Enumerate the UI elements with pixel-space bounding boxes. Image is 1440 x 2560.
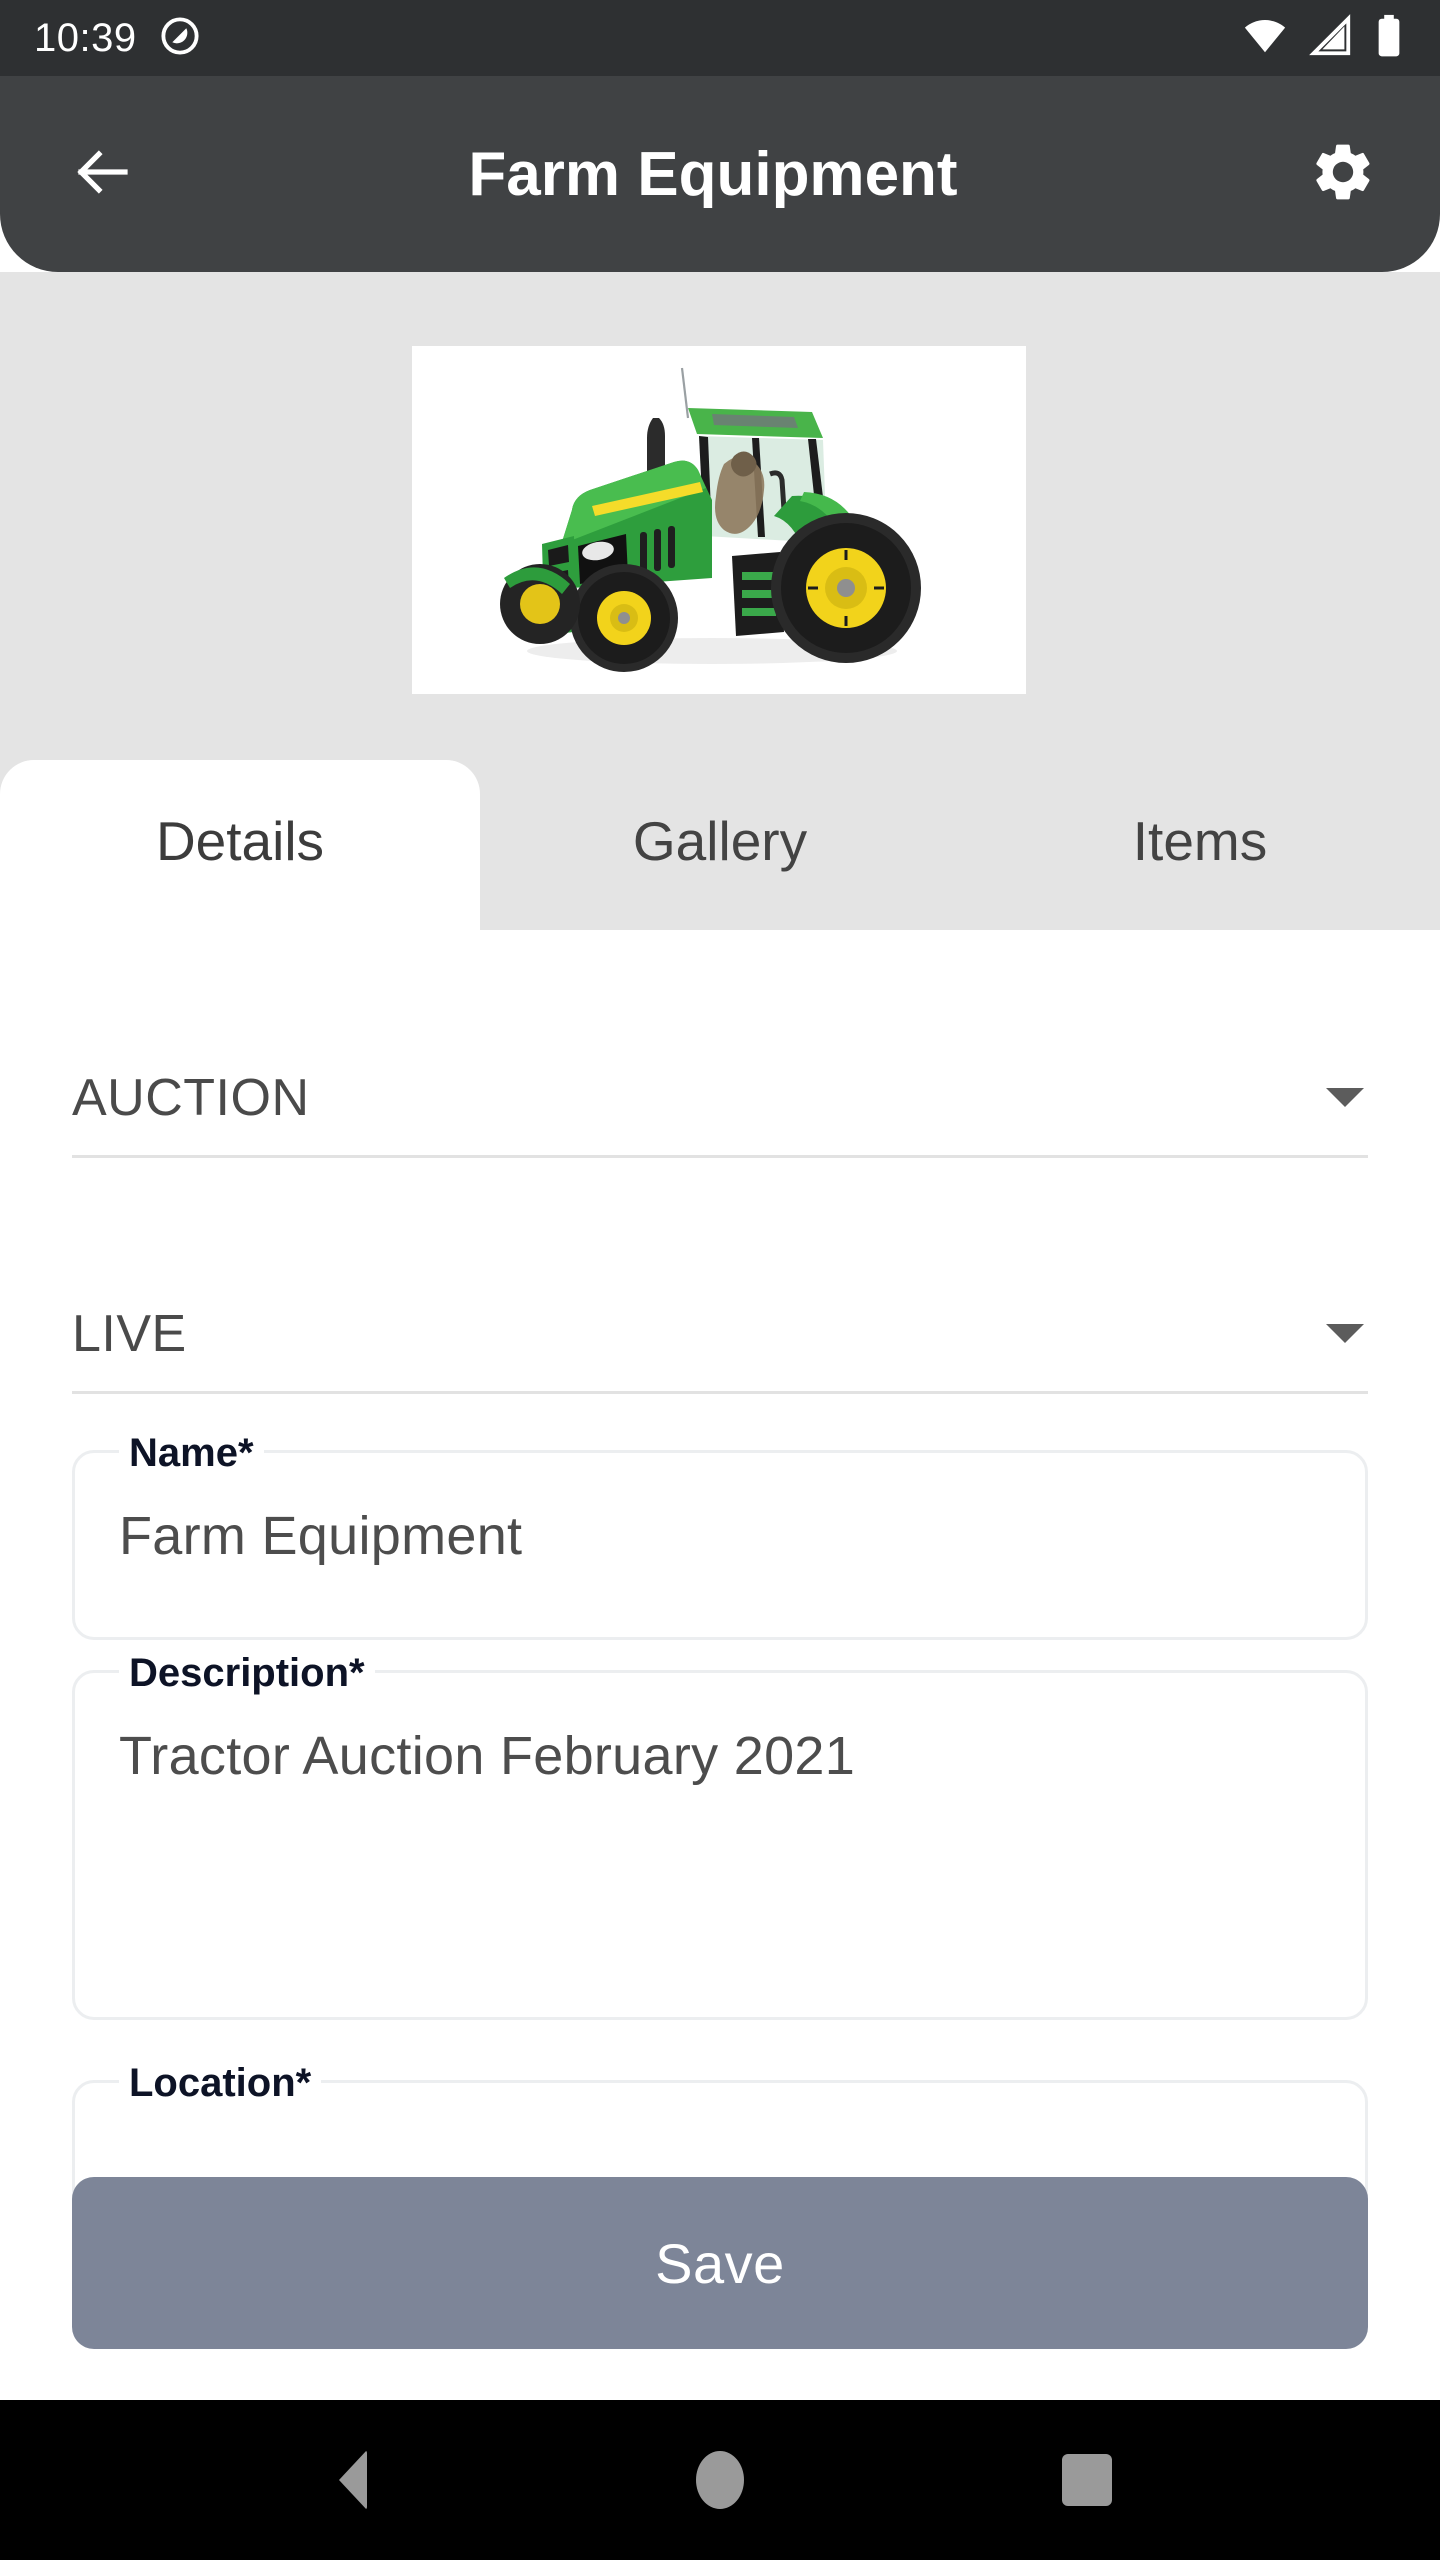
status-clock: 10:39 bbox=[34, 16, 137, 60]
description-field-label: Description* bbox=[119, 1647, 375, 1699]
location-field-label: Location* bbox=[119, 2057, 322, 2109]
do-not-disturb-icon bbox=[159, 15, 201, 62]
tab-gallery[interactable]: Gallery bbox=[480, 760, 960, 930]
tab-bar: Details Gallery Items bbox=[0, 760, 1440, 930]
hero-section bbox=[0, 272, 1440, 760]
nav-back-icon bbox=[339, 2450, 368, 2510]
nav-back-button[interactable] bbox=[293, 2420, 413, 2540]
save-button[interactable]: Save bbox=[72, 2177, 1368, 2349]
auction-mode-value: LIVE bbox=[72, 1304, 187, 1363]
app-bar: Farm Equipment bbox=[0, 76, 1440, 272]
chevron-down-icon bbox=[1326, 1324, 1364, 1343]
green-tractor-illustration bbox=[412, 346, 1026, 694]
equipment-image[interactable] bbox=[412, 346, 1026, 694]
tab-gallery-label: Gallery bbox=[632, 810, 808, 872]
tab-items[interactable]: Items bbox=[960, 760, 1440, 930]
status-bar-left: 10:39 bbox=[34, 15, 201, 62]
wifi-icon bbox=[1242, 13, 1288, 64]
nav-home-button[interactable] bbox=[660, 2420, 780, 2540]
page-title: Farm Equipment bbox=[468, 139, 958, 209]
tab-items-label: Items bbox=[1132, 810, 1268, 872]
description-field[interactable]: Description* Tractor Auction February 20… bbox=[72, 1647, 1368, 2020]
tab-details-label: Details bbox=[155, 810, 325, 872]
tab-details[interactable]: Details bbox=[0, 760, 480, 930]
cellular-no-sim-icon bbox=[1308, 13, 1354, 64]
name-field-value: Farm Equipment bbox=[119, 1506, 523, 1566]
name-field[interactable]: Name* Farm Equipment bbox=[72, 1427, 1368, 1640]
app-screen: 10:39 Farm Equipment Details Gallery Ite… bbox=[0, 0, 1440, 2560]
chevron-down-icon bbox=[1326, 1088, 1364, 1107]
auction-mode-select[interactable]: LIVE bbox=[72, 1276, 1368, 1394]
nav-recents-button[interactable] bbox=[1027, 2420, 1147, 2540]
auction-type-select[interactable]: AUCTION bbox=[72, 1040, 1368, 1158]
arrow-left-icon bbox=[70, 139, 136, 210]
auction-type-value: AUCTION bbox=[72, 1068, 310, 1127]
nav-recents-icon bbox=[1061, 2454, 1112, 2506]
name-field-label: Name* bbox=[119, 1427, 264, 1479]
save-button-label: Save bbox=[655, 2231, 785, 2295]
settings-button[interactable] bbox=[1298, 129, 1388, 219]
system-navigation-bar bbox=[0, 2400, 1440, 2560]
status-bar-right bbox=[1242, 13, 1404, 64]
status-bar: 10:39 bbox=[0, 0, 1440, 76]
gear-icon bbox=[1309, 138, 1377, 211]
nav-home-icon bbox=[695, 2451, 744, 2509]
battery-full-icon bbox=[1374, 13, 1404, 64]
